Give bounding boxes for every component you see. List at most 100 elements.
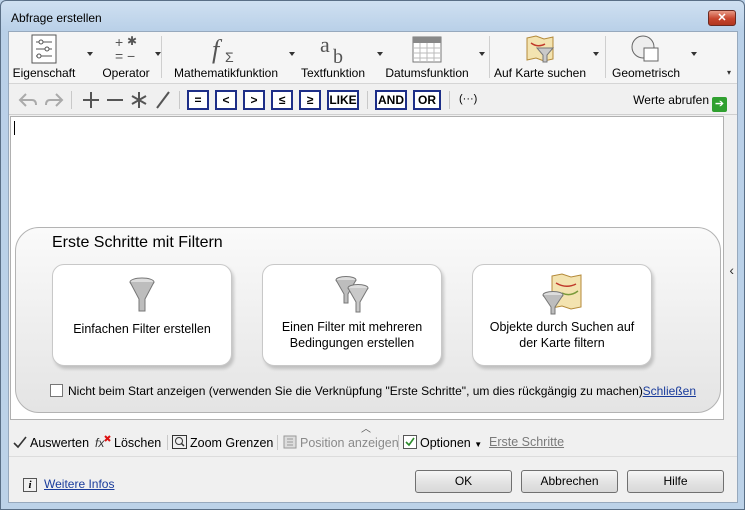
action-separator	[277, 435, 278, 450]
ribbon-math-function[interactable]: f Σ Mathematikfunktion	[167, 32, 295, 82]
zoom-icon	[172, 435, 187, 449]
less-equal-button[interactable]: ≤	[271, 90, 293, 110]
first-steps-link[interactable]: Erste Schritte	[489, 435, 564, 449]
ribbon-label: Datumsfunktion	[385, 66, 469, 80]
toolbar-separator	[367, 91, 368, 109]
options-dropdown-icon: ▼	[474, 440, 483, 449]
property-list-icon	[31, 34, 57, 64]
action-bar: Auswerten fx Löschen Zoom Grenzen Positio…	[9, 431, 737, 453]
multiply-icon[interactable]	[129, 89, 149, 111]
operator-icon: + ✱ = −	[115, 34, 137, 64]
options-button[interactable]: Optionen ▼	[403, 435, 482, 450]
add-icon[interactable]	[81, 89, 101, 111]
text-function-icon: a b	[320, 34, 343, 64]
redo-icon[interactable]	[43, 89, 65, 111]
simple-filter-card[interactable]: Einfachen Filter erstellen	[52, 264, 232, 366]
svg-text:fx: fx	[95, 436, 105, 449]
map-search-filter-card[interactable]: Objekte durch Suchen auf der Karte filte…	[472, 264, 652, 366]
zoom-extent-button[interactable]: Zoom Grenzen	[172, 435, 273, 450]
fetch-values-button[interactable]: Werte abrufen ➔	[633, 93, 727, 112]
ribbon-property[interactable]: Eigenschaft	[11, 32, 93, 82]
dont-show-checkbox[interactable]	[50, 384, 63, 397]
position-icon	[283, 435, 297, 449]
less-than-button[interactable]: <	[215, 90, 237, 110]
dialog-body: Eigenschaft + ✱ = − Operator f Σ Mathemati…	[8, 31, 738, 503]
query-builder-window: Abfrage erstellen ✕ Eigenschaft +✱ =−	[0, 0, 745, 510]
delete-label: Löschen	[114, 436, 162, 450]
ribbon-date-function[interactable]: Datumsfunktion	[381, 32, 485, 82]
equals-operator-button[interactable]: =	[187, 90, 209, 110]
card-label: Einfachen Filter erstellen	[73, 322, 211, 336]
info-icon: i	[23, 478, 37, 492]
dropdown-arrow-icon[interactable]	[593, 52, 599, 56]
ribbon-operator[interactable]: + ✱ = − Operator	[91, 32, 161, 82]
svg-text:Σ: Σ	[225, 49, 234, 64]
more-info-label: Weitere Infos	[44, 477, 115, 491]
double-funnel-icon	[335, 276, 369, 313]
ribbon-scroll-icon[interactable]: ▾	[727, 68, 735, 78]
svg-text:−: −	[127, 48, 135, 64]
ribbon-label: Auf Karte suchen	[493, 66, 587, 80]
ribbon-label: Textfunktion	[300, 66, 366, 80]
help-button[interactable]: Hilfe	[627, 470, 724, 493]
more-info-link[interactable]: i Weitere Infos	[23, 477, 114, 492]
math-function-icon: f Σ	[212, 35, 234, 64]
ribbon-label: Operator	[102, 66, 150, 80]
fetch-values-label: Werte abrufen	[633, 93, 709, 107]
divide-icon[interactable]	[153, 89, 173, 111]
multi-condition-filter-card[interactable]: Einen Filter mit mehreren Bedingungen er…	[262, 264, 442, 366]
getting-started-panel: Erste Schritte mit Filtern Einfachen Fil…	[15, 227, 721, 413]
dont-show-option[interactable]: Nicht beim Start anzeigen (verwenden Sie…	[50, 384, 643, 398]
cancel-button[interactable]: Abbrechen	[521, 470, 618, 493]
ribbon-label: Geometrisch	[611, 66, 681, 80]
svg-text:✱: ✱	[127, 34, 137, 48]
ribbon-geometric[interactable]: Geometrisch	[609, 32, 697, 82]
arrow-right-icon: ➔	[712, 97, 727, 112]
ribbon-label: Eigenschaft	[12, 66, 76, 80]
toolbar-separator	[449, 91, 450, 109]
expression-toolbar: = < > ≤ ≥ LIKE AND OR (···) Werte abrufe…	[9, 85, 737, 115]
dont-show-label: Nicht beim Start anzeigen (verwenden Sie…	[68, 384, 643, 398]
parentheses-button[interactable]: (···)	[459, 93, 477, 105]
evaluate-button[interactable]: Auswerten	[13, 435, 89, 450]
dropdown-arrow-icon[interactable]	[691, 52, 697, 56]
greater-than-button[interactable]: >	[243, 90, 265, 110]
ok-button[interactable]: OK	[415, 470, 512, 493]
like-operator-button[interactable]: LIKE	[327, 90, 359, 110]
ribbon-separator	[161, 36, 162, 78]
toolbar-separator	[179, 91, 180, 109]
card-label: Einen Filter mit mehreren Bedingungen er…	[281, 320, 423, 350]
svg-text:=: =	[115, 48, 123, 64]
action-separator	[398, 435, 399, 450]
close-getting-started-link[interactable]: Schließen	[643, 384, 696, 398]
undo-icon[interactable]	[17, 89, 39, 111]
ribbon-search-on-map[interactable]: Auf Karte suchen	[493, 32, 599, 82]
collapse-right-icon[interactable]: ‹	[729, 262, 734, 278]
subtract-icon[interactable]	[105, 89, 125, 111]
dropdown-arrow-icon[interactable]	[479, 52, 485, 56]
text-caret	[14, 121, 15, 135]
show-position-button[interactable]: Position anzeigen	[283, 435, 399, 450]
function-ribbon: Eigenschaft + ✱ = − Operator f Σ Mathemati…	[9, 32, 737, 84]
close-button[interactable]: ✕	[708, 10, 736, 26]
or-operator-button[interactable]: OR	[413, 90, 441, 110]
map-filter-icon	[526, 35, 555, 63]
card-label: Objekte durch Suchen auf der Karte filte…	[489, 320, 635, 350]
ribbon-separator	[605, 36, 606, 78]
geometry-icon	[631, 35, 659, 62]
options-check-icon	[403, 435, 417, 449]
toolbar-separator	[71, 91, 72, 109]
ribbon-text-function[interactable]: a b Textfunktion	[295, 32, 383, 82]
calendar-icon	[412, 36, 442, 63]
svg-text:b: b	[333, 46, 343, 64]
checkmark-icon	[13, 436, 27, 449]
ribbon-separator	[489, 36, 490, 78]
delete-button[interactable]: fx Löschen	[95, 435, 161, 450]
ribbon-label: Mathematikfunktion	[173, 66, 279, 80]
svg-text:a: a	[320, 34, 330, 57]
position-label: Position anzeigen	[300, 436, 399, 450]
zoom-label: Zoom Grenzen	[190, 436, 274, 450]
title-bar[interactable]: Abfrage erstellen ✕	[1, 1, 744, 31]
greater-equal-button[interactable]: ≥	[299, 90, 321, 110]
and-operator-button[interactable]: AND	[375, 90, 407, 110]
